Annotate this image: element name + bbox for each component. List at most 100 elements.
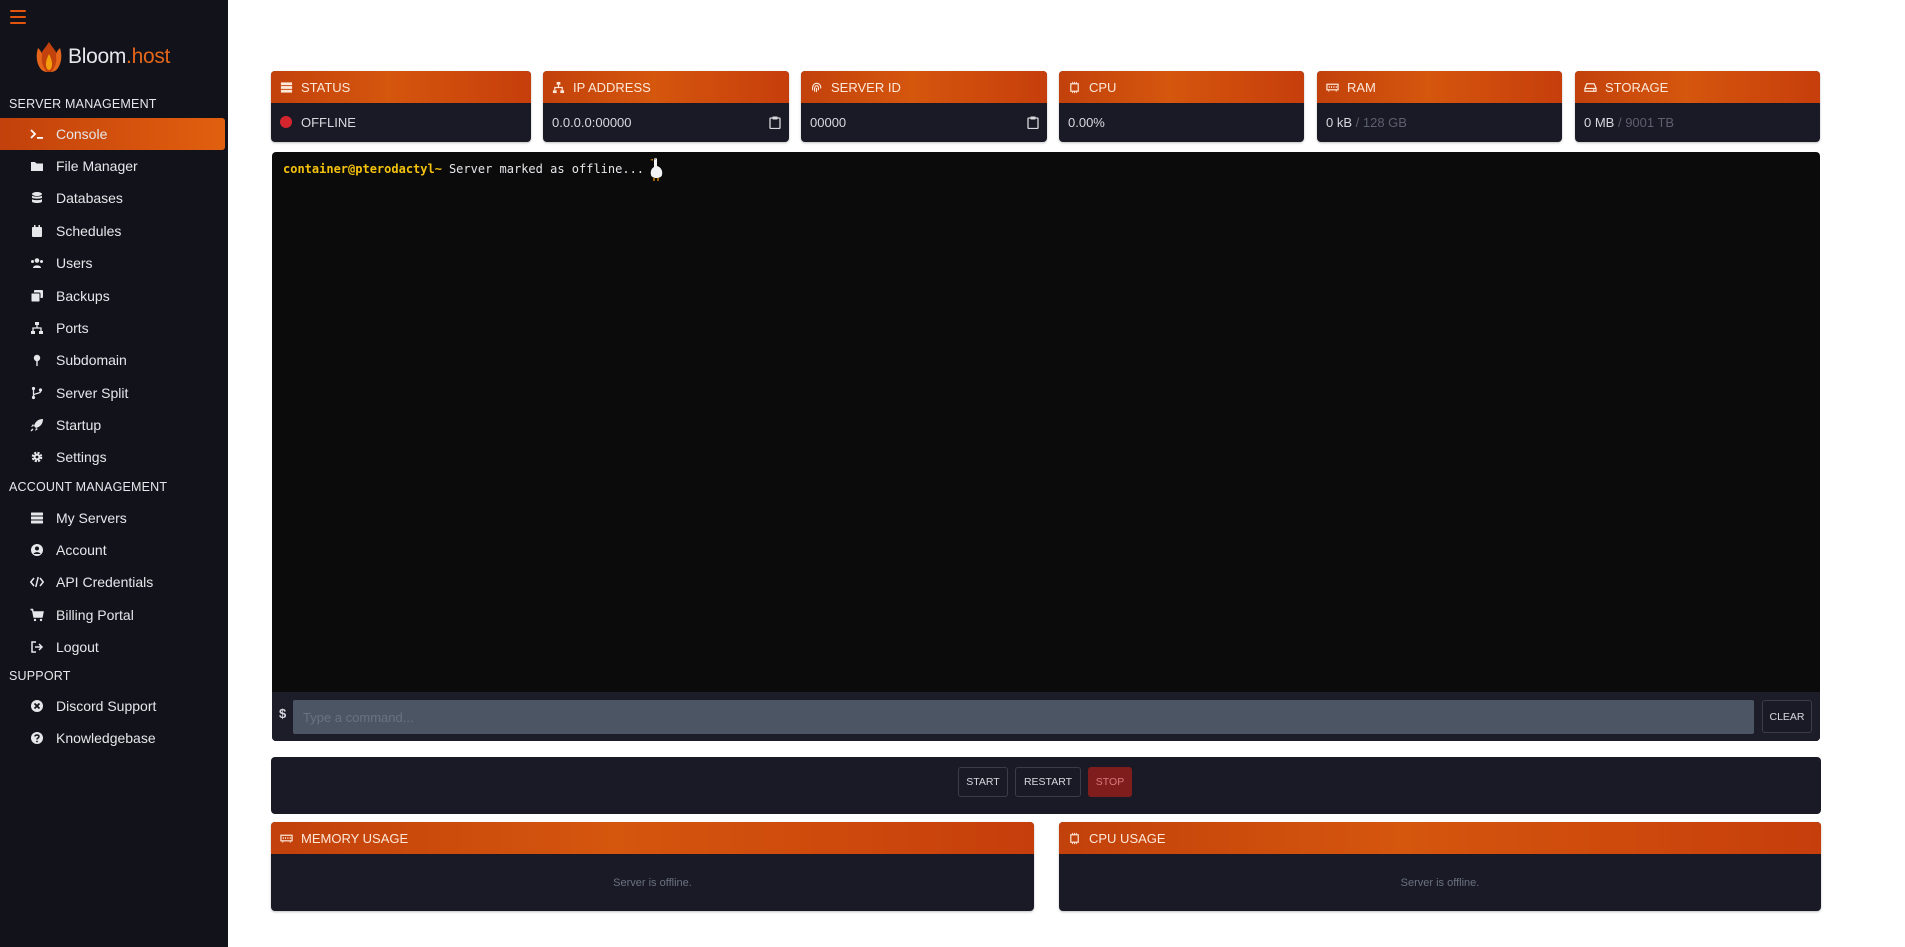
network-icon [552, 81, 565, 93]
sidebar-item-label: Knowledgebase [56, 730, 156, 746]
sidebar-item-discord-support[interactable]: Discord Support [0, 690, 225, 722]
cpu-card-body: 0.00% [1059, 103, 1304, 141]
sidebar-item-users[interactable]: Users [0, 247, 225, 279]
sidebar-item-logout[interactable]: Logout [0, 631, 225, 663]
network-icon [31, 322, 43, 334]
hamburger-menu-icon[interactable] [10, 10, 26, 24]
sidebar-item-server-split[interactable]: Server Split [0, 377, 225, 409]
server-id-card-header: SERVER ID [801, 71, 1047, 103]
stop-button[interactable]: STOP [1088, 767, 1132, 797]
memory-usage-message: Server is offline. [613, 876, 692, 889]
cpu-usage-message: Server is offline. [1400, 876, 1480, 889]
cpu-usage-title: CPU USAGE [1089, 830, 1166, 846]
sidebar-item-knowledgebase[interactable]: Knowledgebase [0, 722, 225, 754]
sidebar-item-console[interactable]: Console [0, 118, 225, 150]
cpu-chip-icon [1070, 81, 1079, 93]
ip-address-card-header: IP ADDRESS [543, 71, 789, 103]
status-card-body: OFFLINE [271, 103, 531, 141]
clear-button[interactable]: CLEAR [1762, 700, 1812, 733]
server-icon [280, 81, 293, 93]
discord-icon [31, 700, 43, 712]
ip-address-value: 0.0.0.0:00000 [552, 114, 632, 130]
ram-card-header: RAM [1317, 71, 1562, 103]
sidebar-item-backups[interactable]: Backups [0, 280, 225, 312]
cpu-card-title: CPU [1089, 79, 1117, 95]
code-icon [30, 576, 44, 588]
split-icon [31, 386, 43, 400]
sidebar-item-label: Backups [56, 288, 110, 304]
command-input[interactable] [293, 700, 1754, 734]
sidebar-item-my-servers[interactable]: My Servers [0, 502, 225, 534]
sidebar-item-billing-portal[interactable]: Billing Portal [0, 599, 225, 631]
sidebar-item-databases[interactable]: Databases [0, 182, 225, 214]
clipboard-icon[interactable] [1027, 116, 1039, 129]
cpu-usage-card: CPU USAGE Server is offline. [1059, 822, 1821, 911]
console-input-bar: $ CLEAR [272, 692, 1820, 741]
cpu-card-header: CPU [1059, 71, 1304, 103]
brand-name: Bloom.host [68, 45, 171, 68]
memory-icon [1326, 83, 1339, 92]
question-icon [31, 732, 43, 744]
server-id-card-title: SERVER ID [831, 79, 901, 95]
sidebar-item-startup[interactable]: Startup [0, 409, 225, 441]
restart-button[interactable]: RESTART [1015, 767, 1081, 797]
memory-usage-title: MEMORY USAGE [301, 830, 409, 846]
rocket-icon [30, 419, 43, 432]
sidebar-item-label: Subdomain [56, 352, 127, 368]
server-id-card: SERVER ID 00000 [801, 71, 1047, 142]
clipboard-icon[interactable] [769, 116, 781, 129]
storage-card-body: 0 MB / 9001 TB [1575, 103, 1820, 141]
brand-logo[interactable]: Bloom.host [34, 40, 170, 74]
database-icon [32, 192, 42, 203]
status-card: STATUS OFFLINE [271, 71, 531, 142]
logout-icon [31, 641, 44, 653]
sidebar-item-ports[interactable]: Ports [0, 312, 225, 344]
ram-card-title: RAM [1347, 79, 1376, 95]
terminal-icon [30, 129, 43, 139]
sidebar-item-label: Startup [56, 417, 102, 433]
start-button[interactable]: START [958, 767, 1008, 797]
sidebar-item-schedules[interactable]: Schedules [0, 215, 225, 247]
ip-address-card-title: IP ADDRESS [573, 79, 651, 95]
user-circle-icon [31, 544, 43, 556]
sidebar-item-label: File Manager [56, 158, 138, 174]
sidebar-item-account[interactable]: Account [0, 534, 225, 566]
console-terminal[interactable]: container@pterodactyl~ Server marked as … [272, 152, 1820, 741]
calendar-icon [32, 225, 42, 237]
section-support: SUPPORT [9, 669, 71, 683]
sidebar-item-label: Settings [56, 449, 107, 465]
sidebar-item-label: Billing Portal [56, 607, 134, 623]
sidebar-item-file-manager[interactable]: File Manager [0, 150, 225, 182]
storage-value: 0 MB [1584, 114, 1615, 130]
sidebar-item-label: Logout [56, 639, 99, 655]
ram-card: RAM 0 kB / 128 GB [1317, 71, 1562, 142]
sidebar-item-label: Ports [56, 320, 89, 336]
users-icon [31, 258, 43, 268]
pin-icon [33, 354, 41, 366]
gear-icon [31, 451, 43, 463]
memory-usage-header: MEMORY USAGE [271, 822, 1034, 854]
console-output-line: container@pterodactyl~ Server marked as … [283, 157, 664, 182]
offline-status-dot [280, 116, 292, 128]
sidebar-item-settings[interactable]: Settings [0, 441, 225, 473]
status-card-header: STATUS [271, 71, 531, 103]
goose-icon [650, 157, 663, 181]
status-card-title: STATUS [301, 79, 351, 95]
console-message: Server marked as offline... [448, 162, 645, 176]
cpu-card: CPU 0.00% [1059, 71, 1304, 142]
storage-card-header: STORAGE [1575, 71, 1820, 103]
memory-usage-card: MEMORY USAGE Server is offline. [271, 822, 1034, 911]
cpu-usage-header: CPU USAGE [1059, 822, 1821, 854]
sidebar: Bloom.host SERVER MANAGEMENT Console Fil… [0, 0, 228, 947]
sidebar-item-label: Account [56, 542, 107, 558]
sidebar-item-label: Console [56, 126, 108, 142]
sidebar-item-api-credentials[interactable]: API Credentials [0, 566, 225, 598]
console-prompt: container@pterodactyl~ [283, 162, 442, 176]
sidebar-item-label: Discord Support [56, 698, 157, 714]
sidebar-item-subdomain[interactable]: Subdomain [0, 344, 225, 376]
ram-card-body: 0 kB / 128 GB [1317, 103, 1562, 141]
ram-value: 0 kB [1326, 114, 1353, 130]
flame-logo-icon [36, 42, 62, 72]
storage-limit: / 9001 TB [1617, 114, 1675, 130]
sidebar-item-label: Users [56, 255, 93, 271]
